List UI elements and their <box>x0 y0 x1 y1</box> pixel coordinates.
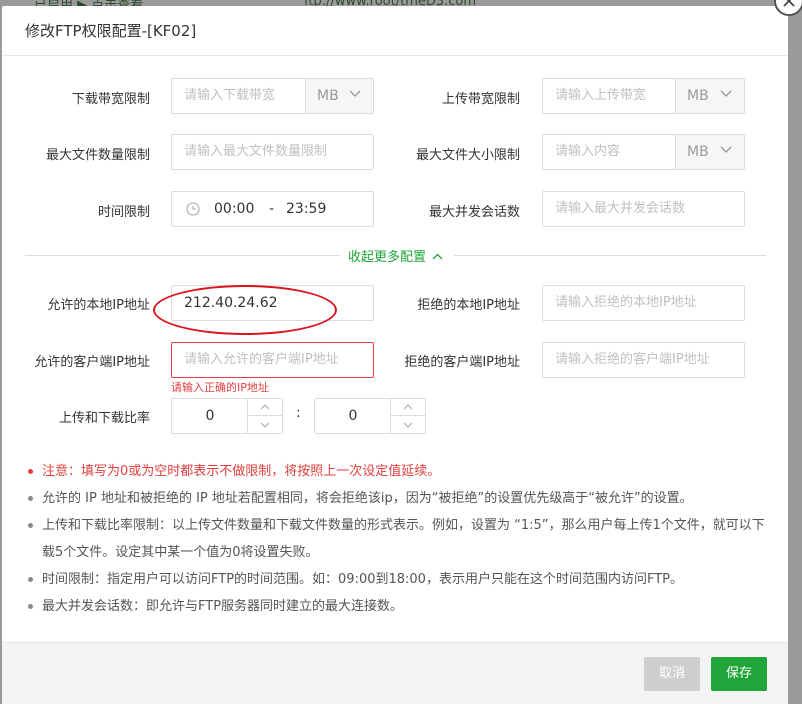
close-icon <box>783 0 795 7</box>
denied-client-ip-label: 拒绝的客户端IP地址 <box>404 355 520 370</box>
dialog-footer: 取消 保存 <box>2 642 788 704</box>
download-ratio-stepper[interactable]: 0 <box>314 398 426 434</box>
max-sessions-input[interactable]: 请输入最大并发会话数 <box>542 191 745 227</box>
note-text: 最大并发会话数：即允许与FTP服务器同时建立的最大连接数。 <box>42 599 404 614</box>
annotation-circle <box>153 285 337 335</box>
dialog-title: 修改FTP权限配置-[KF02] <box>2 6 788 56</box>
download-ratio-increment[interactable] <box>391 399 425 416</box>
upload-limit-unit-select[interactable]: MB <box>676 78 745 114</box>
max-file-size-unit-value: MB <box>687 144 709 160</box>
allowed-client-ip-error: 请输入正确的IP地址 <box>171 381 269 394</box>
download-limit-unit-select[interactable]: MB <box>306 78 374 114</box>
divider-right <box>454 255 766 256</box>
ftp-permission-dialog: 修改FTP权限配置-[KF02] 下载带宽限制 请输入下载带宽 MB 上传带宽限… <box>2 6 788 704</box>
download-ratio-decrement[interactable] <box>391 416 425 433</box>
chevron-down-icon <box>403 422 413 428</box>
max-file-size-unit-select[interactable]: MB <box>676 134 745 170</box>
note-item: 上传和下载比率限制：以上传文件数量和下载文件数量的形式表示。例如，设置为 “1:… <box>28 512 768 566</box>
divider-left <box>25 255 340 256</box>
note-text: 允许的 IP 地址和被拒绝的 IP 地址若配置相同，将会拒绝该ip，因为“被拒绝… <box>42 491 693 506</box>
download-limit-unit-value: MB <box>317 88 339 104</box>
note-text: 注意：填写为0或为空时都表示不做限制，将按照上一次设定值延续。 <box>42 464 441 479</box>
time-range-picker[interactable]: 00:00 - 23:59 <box>171 191 374 227</box>
clock-icon <box>186 202 200 216</box>
collapse-more-label: 收起更多配置 <box>348 250 427 265</box>
upload-ratio-stepper[interactable]: 0 <box>171 398 283 434</box>
cancel-button[interactable]: 取消 <box>644 657 700 691</box>
chevron-down-icon <box>260 422 270 428</box>
note-item: 注意：填写为0或为空时都表示不做限制，将按照上一次设定值延续。 <box>28 458 768 485</box>
allowed-client-ip-input[interactable]: 请输入允许的客户端IP地址 <box>171 342 374 378</box>
collapse-more-link[interactable]: 收起更多配置 <box>348 246 443 265</box>
ratio-colon: : <box>296 405 301 421</box>
chevron-down-icon <box>720 146 732 153</box>
save-button[interactable]: 保存 <box>711 657 767 691</box>
download-limit-input[interactable]: 请输入下载带宽 <box>171 78 306 114</box>
chevron-up-icon <box>432 253 443 260</box>
download-ratio-value: 0 <box>348 408 358 424</box>
chevron-down-icon <box>349 90 361 97</box>
note-item: 时间限制：指定用户可以访问FTP的时间范围。如：09:00到18:00，表示用户… <box>28 566 768 593</box>
denied-client-ip-input[interactable]: 请输入拒绝的客户端IP地址 <box>542 342 745 378</box>
upload-ratio-value: 0 <box>205 408 215 424</box>
help-notes: 注意：填写为0或为空时都表示不做限制，将按照上一次设定值延续。 允许的 IP 地… <box>28 458 768 620</box>
time-start: 00:00 <box>214 201 255 217</box>
ratio-label: 上传和下载比率 <box>58 411 150 426</box>
denied-local-ip-input[interactable]: 请输入拒绝的本地IP地址 <box>542 285 745 321</box>
max-file-size-label: 最大文件大小限制 <box>415 148 520 163</box>
note-item: 允许的 IP 地址和被拒绝的 IP 地址若配置相同，将会拒绝该ip，因为“被拒绝… <box>28 485 768 512</box>
note-text: 时间限制：指定用户可以访问FTP的时间范围。如：09:00到18:00，表示用户… <box>42 572 683 587</box>
chevron-up-icon <box>260 404 270 410</box>
time-limit-label: 时间限制 <box>97 205 150 220</box>
time-end: 23:59 <box>286 201 327 217</box>
chevron-down-icon <box>720 90 732 97</box>
allowed-client-ip-label: 允许的客户端IP地址 <box>34 355 150 370</box>
upload-limit-input[interactable]: 请输入上传带宽 <box>542 78 676 114</box>
max-file-count-label: 最大文件数量限制 <box>45 148 150 163</box>
max-file-count-input[interactable]: 请输入最大文件数量限制 <box>171 134 374 170</box>
max-file-size-input[interactable]: 请输入内容 <box>542 134 676 170</box>
download-limit-label: 下载带宽限制 <box>71 92 150 107</box>
upload-limit-unit-value: MB <box>687 88 709 104</box>
max-sessions-label: 最大并发会话数 <box>428 205 520 220</box>
upload-ratio-increment[interactable] <box>248 399 282 416</box>
upload-ratio-decrement[interactable] <box>248 416 282 433</box>
chevron-up-icon <box>403 404 413 410</box>
allowed-local-ip-label: 允许的本地IP地址 <box>47 298 150 313</box>
time-separator: - <box>269 201 275 217</box>
note-item: 最大并发会话数：即允许与FTP服务器同时建立的最大连接数。 <box>28 593 768 620</box>
note-text: 上传和下载比率限制：以上传文件数量和下载文件数量的形式表示。例如，设置为 “1:… <box>42 518 765 560</box>
upload-limit-label: 上传带宽限制 <box>441 92 520 107</box>
denied-local-ip-label: 拒绝的本地IP地址 <box>417 298 520 313</box>
